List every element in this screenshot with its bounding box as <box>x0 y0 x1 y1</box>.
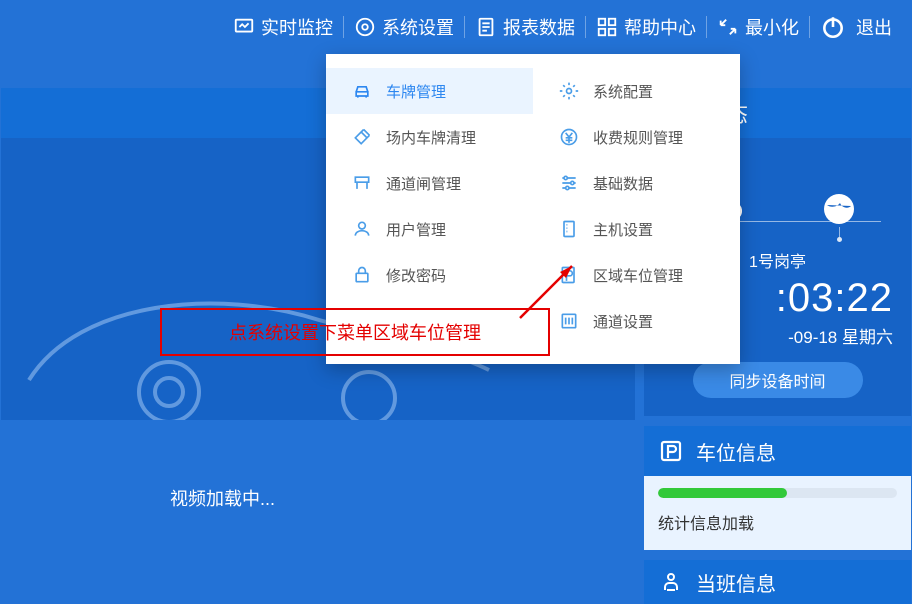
minimize-icon <box>717 16 739 38</box>
parking-progress-fill <box>658 488 787 498</box>
nav-exit[interactable]: 退出 <box>810 0 902 54</box>
menu-label: 通道设置 <box>593 311 653 332</box>
user-icon <box>352 219 372 239</box>
nav-report[interactable]: 报表数据 <box>465 0 585 54</box>
menu-label: 通道闸管理 <box>386 173 461 194</box>
nav-minimize[interactable]: 最小化 <box>707 0 809 54</box>
parking-info-header[interactable]: 车位信息 <box>644 426 911 476</box>
nav-minimize-label: 最小化 <box>745 14 799 40</box>
menu-label: 修改密码 <box>386 265 446 286</box>
video-loading-text: 视频加载中... <box>170 485 275 511</box>
gate-icon <box>352 173 372 193</box>
settings-icon <box>354 16 376 38</box>
menu-host-settings[interactable]: 主机设置 <box>533 206 740 252</box>
menu-label: 场内车牌清理 <box>386 127 476 148</box>
menu-label: 主机设置 <box>593 219 653 240</box>
menu-gate-manage[interactable]: 通道闸管理 <box>326 160 533 206</box>
help-icon <box>596 16 618 38</box>
monitor-icon <box>233 16 255 38</box>
menu-change-password[interactable]: 修改密码 <box>326 252 533 298</box>
broom-icon <box>352 127 372 147</box>
duty-person-icon <box>658 569 684 595</box>
menu-fee-rules[interactable]: 收费规则管理 <box>533 114 740 160</box>
duty-info-header[interactable]: 当班信息 <box>644 560 911 604</box>
top-nav: 实时监控 系统设置 报表数据 帮助中心 最小化 退出 <box>0 0 912 54</box>
parking-info-body: 统计信息加载 <box>644 476 911 550</box>
report-icon <box>475 16 497 38</box>
sync-time-button[interactable]: 同步设备时间 <box>693 362 863 398</box>
nav-settings[interactable]: 系统设置 <box>344 0 464 54</box>
sliders-icon <box>559 173 579 193</box>
parking-info-title: 车位信息 <box>696 437 776 466</box>
annotation-text: 点系统设置下菜单区域车位管理 <box>229 319 481 345</box>
duty-info-title: 当班信息 <box>696 568 776 597</box>
menu-label: 车牌管理 <box>386 81 446 102</box>
lock-icon <box>352 265 372 285</box>
menu-label: 用户管理 <box>386 219 446 240</box>
parking-p-icon <box>658 438 684 464</box>
globe-status-icon <box>821 191 857 242</box>
menu-label: 系统配置 <box>593 81 653 102</box>
yen-icon <box>559 127 579 147</box>
menu-user-manage[interactable]: 用户管理 <box>326 206 533 252</box>
dropdown-col-left: 车牌管理 场内车牌清理 通道闸管理 用户管理 修改密码 <box>326 68 533 344</box>
nav-monitor-label: 实时监控 <box>261 14 333 40</box>
parking-progress-bar <box>658 488 897 498</box>
sync-time-label: 同步设备时间 <box>729 368 825 392</box>
nav-report-label: 报表数据 <box>503 14 575 40</box>
menu-plate-manage[interactable]: 车牌管理 <box>326 68 533 114</box>
menu-label: 基础数据 <box>593 173 653 194</box>
menu-label: 收费规则管理 <box>593 127 683 148</box>
annotation-box: 点系统设置下菜单区域车位管理 <box>160 308 550 356</box>
parking-stat-label: 统计信息加载 <box>658 510 897 534</box>
nav-help-label: 帮助中心 <box>624 14 696 40</box>
gear-icon <box>559 81 579 101</box>
menu-system-config[interactable]: 系统配置 <box>533 68 740 114</box>
nav-help[interactable]: 帮助中心 <box>586 0 706 54</box>
menu-label: 区域车位管理 <box>593 265 683 286</box>
server-icon <box>559 219 579 239</box>
nav-exit-label: 退出 <box>856 14 892 40</box>
car-icon <box>352 81 372 101</box>
menu-plate-cleanup[interactable]: 场内车牌清理 <box>326 114 533 160</box>
menu-base-data[interactable]: 基础数据 <box>533 160 740 206</box>
nav-settings-label: 系统设置 <box>382 14 454 40</box>
nav-monitor[interactable]: 实时监控 <box>223 0 343 54</box>
power-icon <box>820 14 846 40</box>
annotation-arrow-icon <box>516 254 586 324</box>
